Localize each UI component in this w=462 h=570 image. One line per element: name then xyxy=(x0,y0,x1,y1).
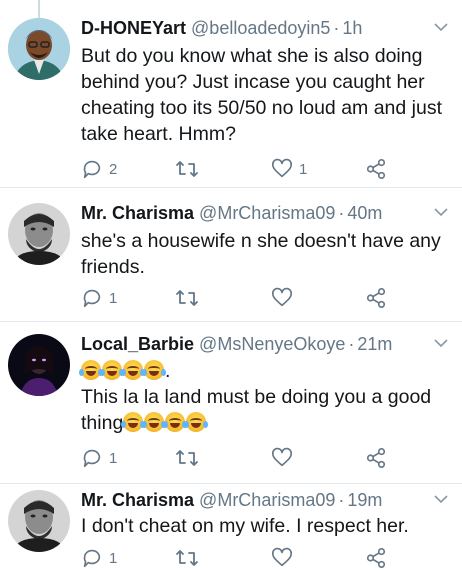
display-name[interactable]: Mr. Charisma xyxy=(81,490,194,510)
display-name[interactable]: Local_Barbie xyxy=(81,334,194,354)
face-with-tears-of-joy-emoji xyxy=(121,412,146,432)
user-handle[interactable]: @MrCharisma09 xyxy=(199,490,335,510)
face-with-tears-of-joy-emoji xyxy=(79,360,103,380)
share-button[interactable] xyxy=(365,286,387,310)
display-name[interactable]: D-HONEYart xyxy=(81,18,186,38)
avatar[interactable] xyxy=(8,203,70,265)
text-line-2: This la la land must be doing you a good xyxy=(81,386,432,408)
avatar[interactable] xyxy=(8,334,70,396)
face-with-tears-of-joy-emoji xyxy=(142,360,166,380)
chevron-down-icon[interactable] xyxy=(434,338,448,348)
timestamp[interactable]: 40m xyxy=(347,203,382,223)
avatar[interactable] xyxy=(8,18,70,80)
tweet-2[interactable]: Mr. Charisma @MrCharisma09 · 40m she's a ho… xyxy=(0,188,462,322)
heart-icon xyxy=(272,447,292,467)
user-handle[interactable]: @belloadedoyin5 xyxy=(191,18,330,38)
tweet-actions: 2 1 xyxy=(81,157,462,181)
retweet-button[interactable] xyxy=(175,286,199,310)
tweet-actions: 1 xyxy=(81,446,462,470)
tweet-text: But do you know what she is also doing b… xyxy=(81,45,442,145)
reply-count: 1 xyxy=(109,289,118,307)
user-handle[interactable]: @MrCharisma09 xyxy=(199,203,335,223)
heart-icon xyxy=(272,547,292,567)
text-line-1: . xyxy=(79,358,446,384)
retweet-button[interactable] xyxy=(175,157,199,181)
reply-button[interactable]: 1 xyxy=(81,546,117,570)
tweet-header: Mr. Charisma @MrCharisma09 · 40m xyxy=(81,201,454,225)
tweet-header: D-HONEYart @belloadedoyin5 · 1h xyxy=(81,16,454,40)
retweet-icon xyxy=(176,450,198,466)
like-count: 1 xyxy=(299,160,308,178)
heart-icon xyxy=(272,158,292,178)
reply-count: 1 xyxy=(109,549,118,567)
retweet-icon xyxy=(176,290,198,306)
text-line-3: thing xyxy=(81,410,446,436)
retweet-icon xyxy=(176,550,198,566)
reply-button[interactable]: 1 xyxy=(81,286,117,310)
chevron-down-icon[interactable] xyxy=(434,207,448,217)
share-button[interactable] xyxy=(365,157,387,181)
like-button[interactable] xyxy=(271,286,293,310)
heart-icon xyxy=(272,287,292,307)
display-name[interactable]: Mr. Charisma xyxy=(81,203,194,223)
tweet-actions: 1 xyxy=(81,286,462,310)
separator: · xyxy=(338,203,345,223)
face-with-tears-of-joy-emoji xyxy=(142,412,167,432)
reply-button[interactable]: 2 xyxy=(81,157,117,181)
face-with-tears-of-joy-emoji xyxy=(163,412,188,432)
share-icon xyxy=(366,548,386,568)
like-button[interactable] xyxy=(271,546,293,570)
tweet-text: . This la la land must be doing you a go… xyxy=(79,358,446,436)
tweet-text: she's a housewife n she doesn't have any… xyxy=(81,230,441,278)
reply-icon xyxy=(83,289,101,308)
separator: · xyxy=(348,334,355,354)
separator: · xyxy=(338,490,345,510)
separator: · xyxy=(333,18,340,38)
tweet-header: Local_Barbie @MsNenyeOkoye · 21m xyxy=(81,332,454,356)
avatar[interactable] xyxy=(8,490,70,552)
share-icon xyxy=(366,448,386,468)
reply-icon xyxy=(83,449,101,468)
tweet-text: I don't cheat on my wife. I respect her. xyxy=(81,515,409,537)
tweet-actions: 1 xyxy=(81,546,462,570)
face-with-tears-of-joy-emoji xyxy=(121,360,145,380)
tweet-header: Mr. Charisma @MrCharisma09 · 19m xyxy=(81,488,454,512)
retweet-icon xyxy=(176,161,198,177)
chevron-down-icon[interactable] xyxy=(434,22,448,32)
face-with-tears-of-joy-emoji xyxy=(184,412,209,432)
timestamp[interactable]: 1h xyxy=(342,18,362,38)
share-icon xyxy=(366,288,386,308)
reply-icon xyxy=(83,160,101,179)
user-handle[interactable]: @MsNenyeOkoye xyxy=(199,334,345,354)
tweet-4[interactable]: Mr. Charisma @MrCharisma09 · 19m I don't ch… xyxy=(0,484,462,570)
chevron-down-icon[interactable] xyxy=(434,494,448,504)
reply-icon xyxy=(83,549,101,568)
retweet-button[interactable] xyxy=(175,546,199,570)
reply-count: 1 xyxy=(109,449,118,467)
text-word: thing xyxy=(81,412,124,434)
timestamp[interactable]: 19m xyxy=(347,490,382,510)
face-with-tears-of-joy-emoji xyxy=(100,360,124,380)
like-button[interactable]: 1 xyxy=(271,157,307,181)
tweet-3[interactable]: Local_Barbie @MsNenyeOkoye · 21m . This la … xyxy=(0,322,462,484)
like-button[interactable] xyxy=(271,446,293,470)
share-icon xyxy=(366,159,386,179)
share-button[interactable] xyxy=(365,546,387,570)
retweet-button[interactable] xyxy=(175,446,199,470)
tweet-1[interactable]: D-HONEYart @belloadedoyin5 · 1h But do you … xyxy=(0,16,462,188)
reply-button[interactable]: 1 xyxy=(81,446,117,470)
reply-count: 2 xyxy=(109,160,118,178)
share-button[interactable] xyxy=(365,446,387,470)
timestamp[interactable]: 21m xyxy=(357,334,392,354)
